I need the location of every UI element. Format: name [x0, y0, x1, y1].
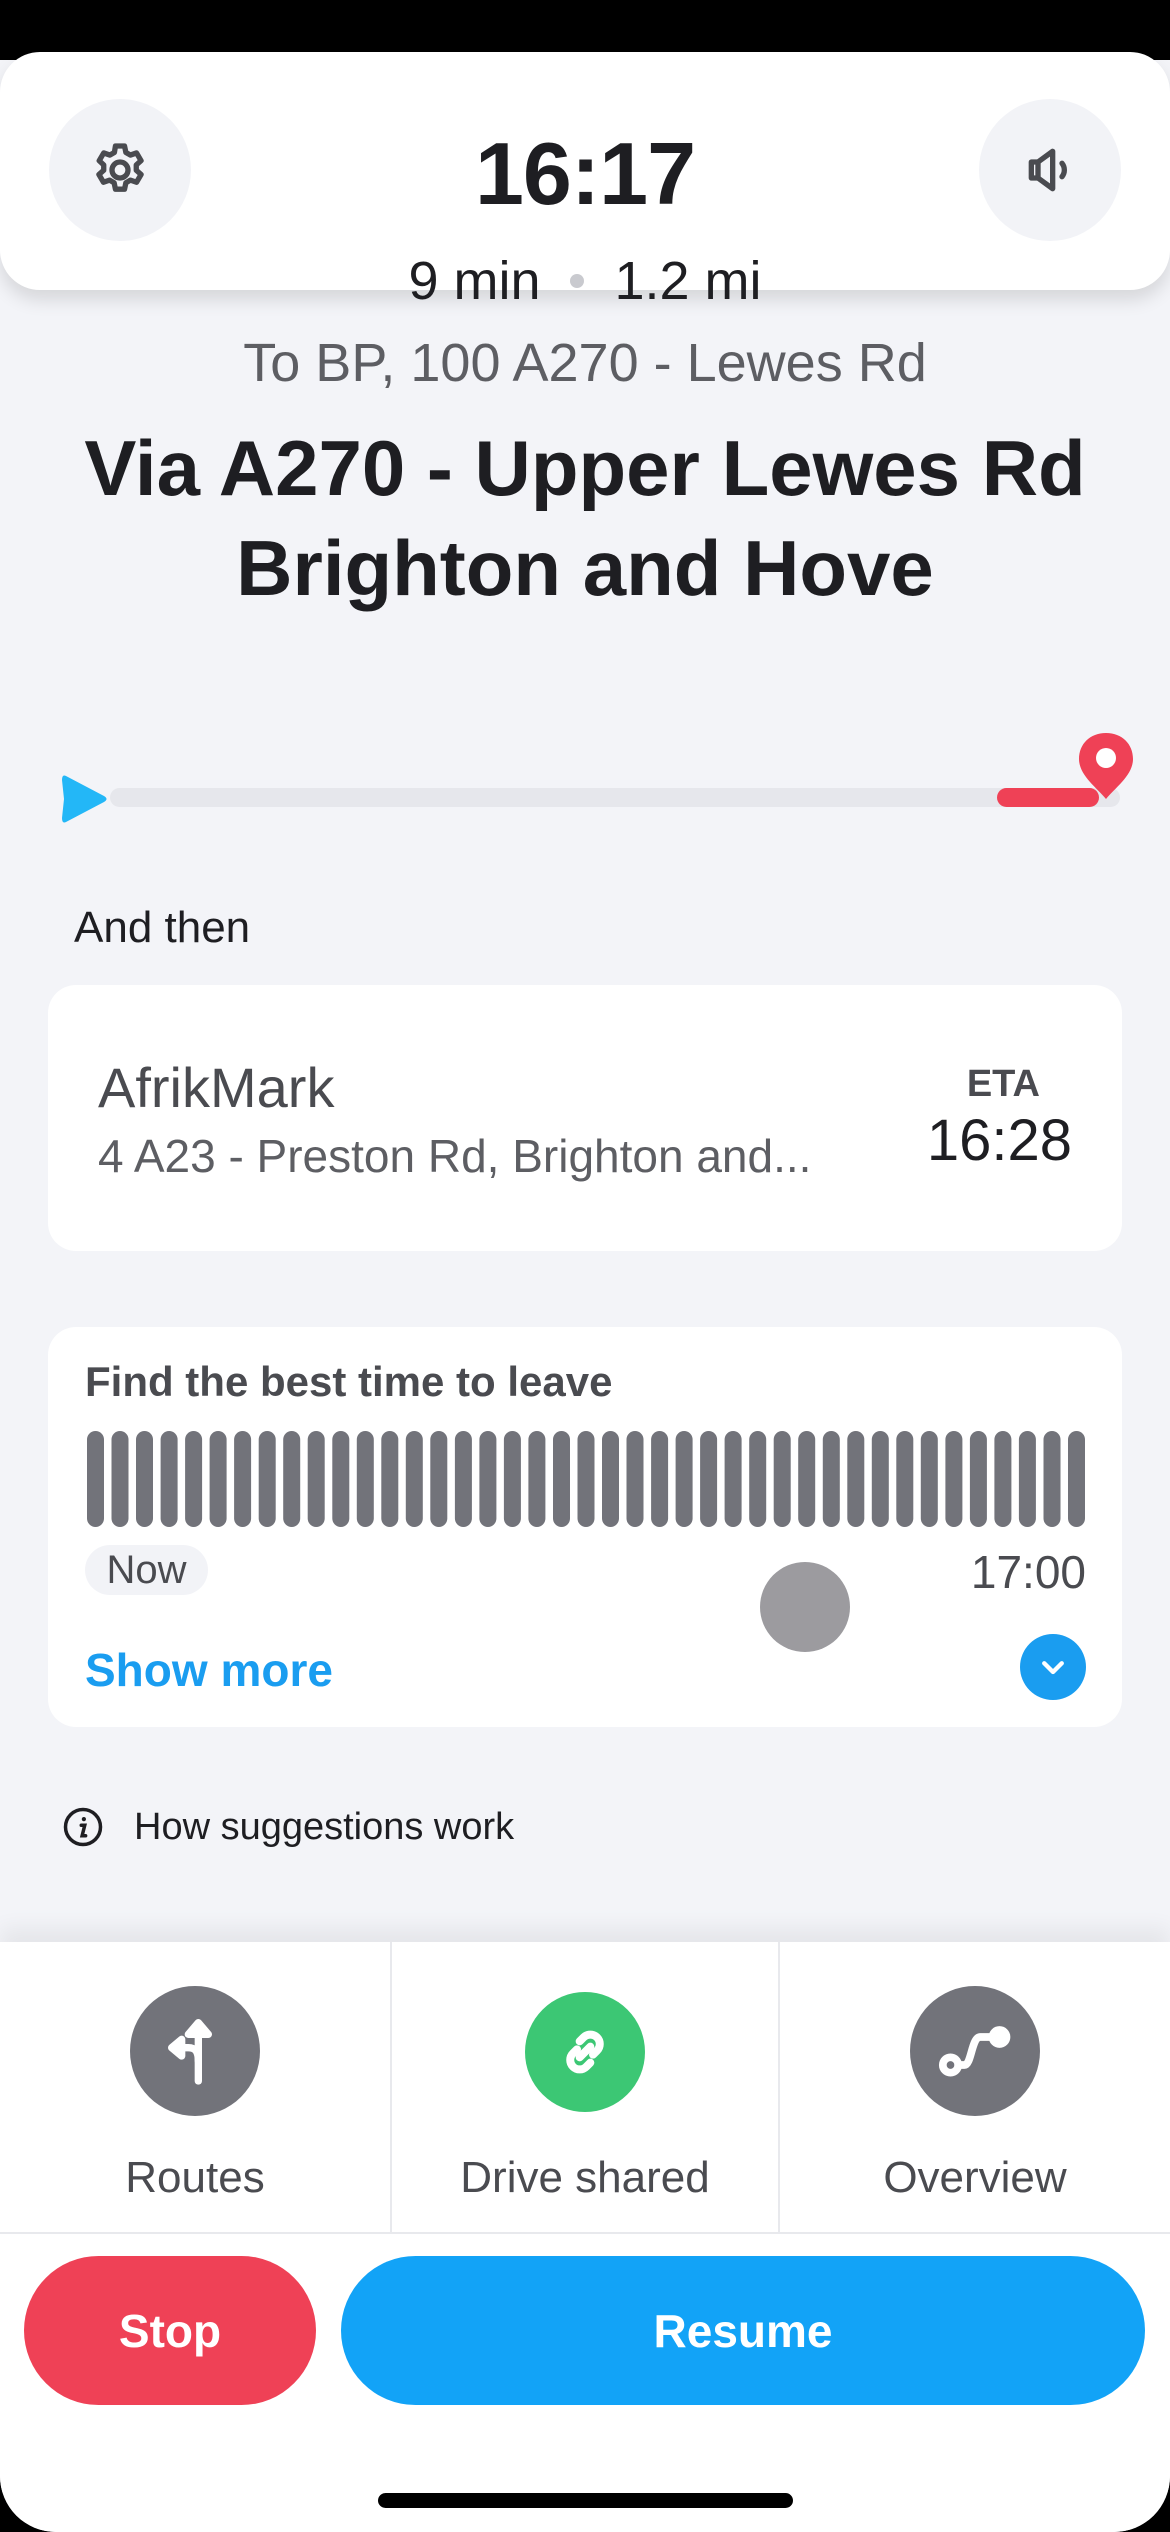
time-bar[interactable]	[307, 1431, 325, 1527]
bottom-action-sheet: Routes Drive shared Overview Stop Resume	[0, 1942, 1170, 2532]
expand-button[interactable]	[1020, 1634, 1086, 1700]
next-stop-address: 4 A23 - Preston Rd, Brighton and...	[98, 1130, 812, 1182]
time-bar[interactable]	[798, 1431, 816, 1527]
time-bar[interactable]	[209, 1431, 227, 1527]
speaker-icon	[1028, 148, 1067, 192]
time-bar[interactable]	[577, 1431, 595, 1527]
time-bar[interactable]	[528, 1431, 546, 1527]
trip-summary: 9 min 1.2 mi	[0, 254, 1170, 308]
via-line-1: Via A270 - Upper Lewes Rd	[84, 424, 1086, 512]
end-time-label: 17:00	[970, 1546, 1086, 1598]
via-line-2: Brighton and Hove	[236, 524, 934, 612]
now-label[interactable]: Now	[85, 1545, 208, 1595]
info-text: How suggestions work	[134, 1805, 515, 1848]
time-bar[interactable]	[454, 1431, 472, 1527]
next-stop-card[interactable]: AfrikMark 4 A23 - Preston Rd, Brighton a…	[48, 985, 1122, 1251]
drive-shared-label: Drive shared	[460, 2153, 710, 2202]
time-bar[interactable]	[356, 1431, 374, 1527]
time-bar[interactable]	[332, 1431, 350, 1527]
best-time-card: Find the best time to leave Now 17:00 Sh…	[48, 1327, 1122, 1727]
time-bar[interactable]	[773, 1431, 791, 1527]
departure-time-bars[interactable]	[87, 1431, 1085, 1527]
time-bar[interactable]	[700, 1431, 718, 1527]
time-bar[interactable]	[896, 1431, 914, 1527]
home-indicator[interactable]	[378, 2493, 793, 2508]
time-bar[interactable]	[405, 1431, 423, 1527]
info-icon	[63, 1807, 103, 1847]
time-bar[interactable]	[258, 1431, 276, 1527]
time-bar[interactable]	[553, 1431, 570, 1527]
time-bar[interactable]	[381, 1431, 399, 1527]
destination-line: To BP, 100 A270 - Lewes Rd	[243, 333, 927, 393]
time-bar[interactable]	[675, 1431, 693, 1527]
destination-pin-icon	[1079, 733, 1133, 799]
time-bar[interactable]	[136, 1431, 153, 1527]
distance: 1.2 mi	[614, 251, 762, 311]
routes-icon	[130, 1986, 260, 2116]
status-bar	[0, 0, 1170, 60]
chevron-down-icon	[1042, 1661, 1064, 1675]
time-bar[interactable]	[160, 1431, 178, 1527]
touch-indicator	[760, 1562, 850, 1652]
time-bar[interactable]	[724, 1431, 742, 1527]
routes-button[interactable]: Routes	[0, 1942, 390, 2232]
time-bar[interactable]	[283, 1431, 301, 1527]
time-bar[interactable]	[234, 1431, 252, 1527]
duration: 9 min	[408, 251, 541, 311]
link-icon	[525, 1992, 645, 2112]
time-bar[interactable]	[822, 1431, 840, 1527]
navigation-screen: 16:17 9 min 1.2 mi To BP, 100 A270 - Lewe…	[0, 0, 1170, 2532]
route-overview-icon	[910, 1986, 1040, 2116]
time-bar[interactable]	[994, 1431, 1012, 1527]
and-then-label: And then	[74, 903, 251, 952]
via-title: Via A270 - Upper Lewes Rd Brighton and H…	[0, 418, 1170, 618]
how-suggestions-work-link[interactable]: How suggestions work	[62, 1806, 514, 1848]
sound-button[interactable]	[979, 99, 1121, 241]
eta-header: 16:17 9 min 1.2 mi	[0, 52, 1170, 308]
separator-dot	[570, 273, 585, 288]
next-stop-eta: 16:28	[926, 1108, 1072, 1173]
show-more-link[interactable]: Show more	[85, 1647, 333, 1693]
time-bar[interactable]	[602, 1431, 619, 1527]
progress-track	[110, 788, 1120, 807]
time-bar[interactable]	[626, 1431, 644, 1527]
overview-button[interactable]: Overview	[780, 1942, 1170, 2232]
time-bar[interactable]	[479, 1431, 497, 1527]
stop-button[interactable]: Stop	[24, 2256, 316, 2405]
time-bar[interactable]	[651, 1431, 669, 1527]
time-bar[interactable]	[969, 1431, 987, 1527]
time-bar[interactable]	[430, 1431, 448, 1527]
time-bar[interactable]	[749, 1431, 767, 1527]
time-bar[interactable]	[945, 1431, 963, 1527]
time-bar[interactable]	[87, 1431, 104, 1527]
time-bar[interactable]	[920, 1431, 938, 1527]
divider	[0, 2232, 1170, 2234]
eta-label: ETA	[966, 1063, 1040, 1105]
time-bar[interactable]	[847, 1431, 865, 1527]
next-stop-name: AfrikMark	[98, 1056, 335, 1119]
time-bar[interactable]	[185, 1431, 203, 1527]
best-time-title: Find the best time to leave	[85, 1358, 613, 1405]
resume-button[interactable]: Resume	[341, 2256, 1145, 2405]
routes-label: Routes	[125, 2153, 265, 2202]
time-bar[interactable]	[871, 1431, 889, 1527]
time-bar[interactable]	[1068, 1431, 1085, 1527]
time-bar[interactable]	[1018, 1431, 1036, 1527]
overview-label: Overview	[883, 2153, 1067, 2202]
drive-shared-button[interactable]: Drive shared	[392, 1942, 778, 2232]
time-bar[interactable]	[1043, 1431, 1061, 1527]
current-position-arrow-icon	[62, 775, 107, 823]
time-bar[interactable]	[111, 1431, 129, 1527]
time-bar[interactable]	[503, 1431, 521, 1527]
